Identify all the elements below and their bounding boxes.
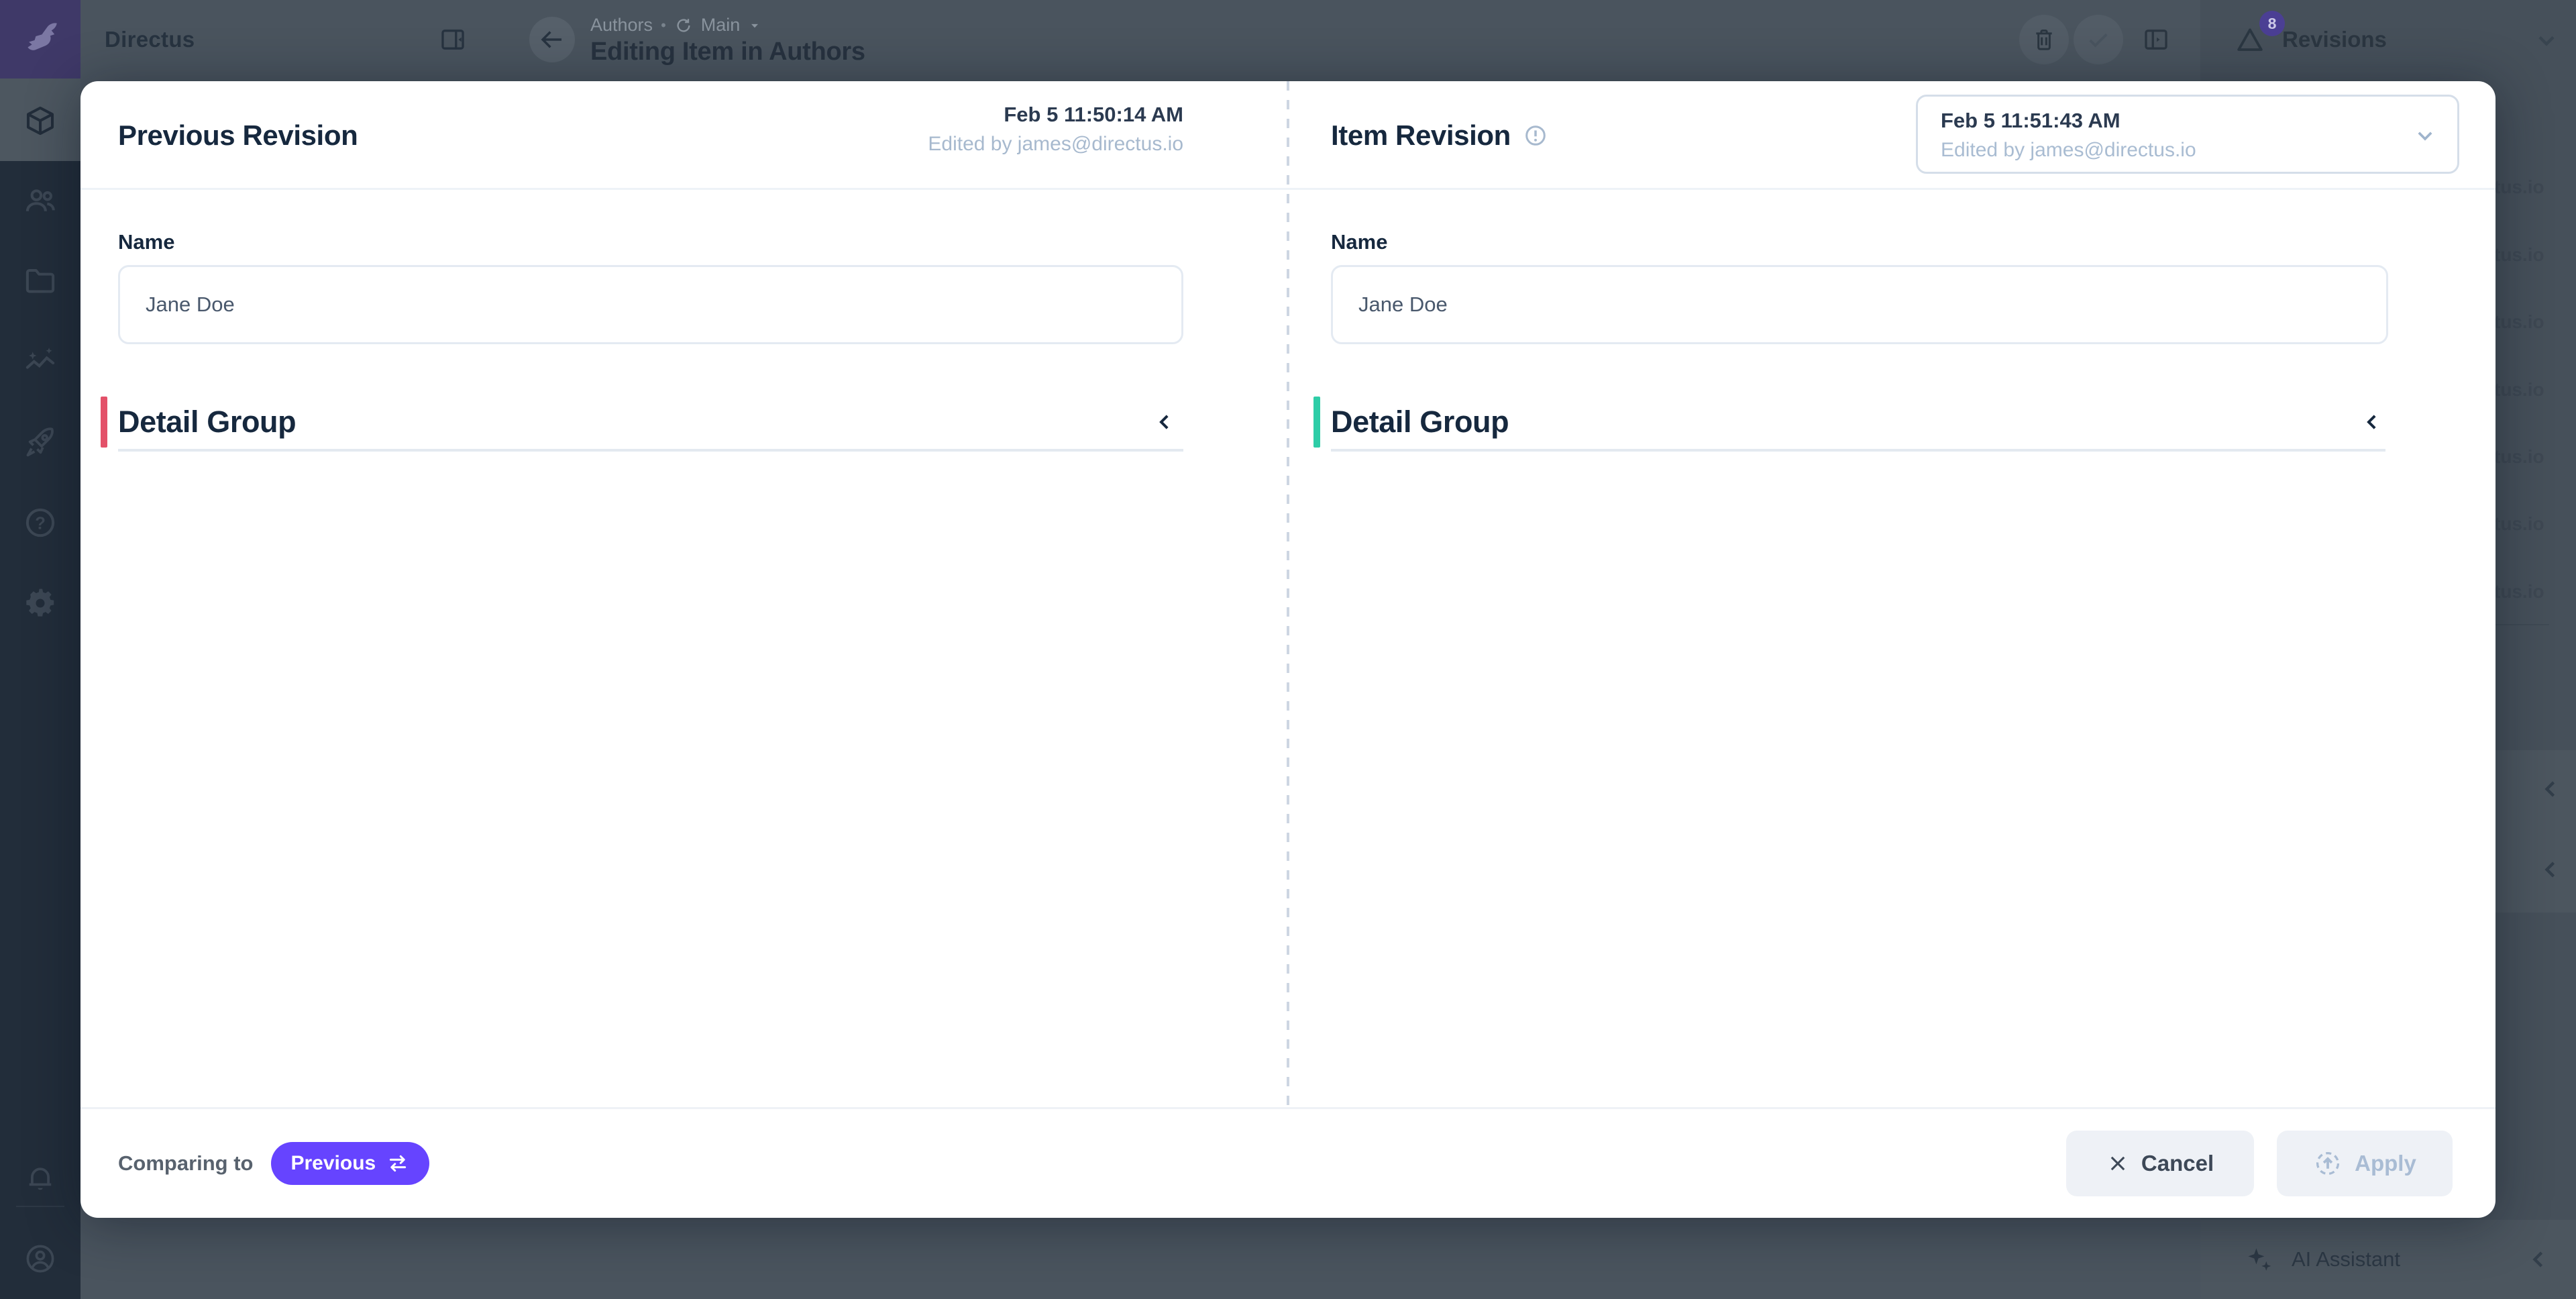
- module-guides[interactable]: [0, 402, 80, 482]
- check-icon: [2084, 25, 2112, 54]
- revision-list-item[interactable]: tus.io: [2494, 581, 2576, 603]
- version-icon: [674, 16, 693, 35]
- sidebar-divider: [16, 1206, 64, 1207]
- module-help[interactable]: ?: [0, 482, 80, 563]
- revision-list-item[interactable]: tus.io: [2494, 176, 2576, 198]
- rabbit-logo-icon: [18, 17, 62, 62]
- previous-revision-meta: Feb 5 11:50:14 AM Edited by james@direct…: [928, 100, 1183, 159]
- trash-icon: [2031, 26, 2057, 53]
- name-field-label: Name: [118, 230, 174, 254]
- previous-revision-title: Previous Revision: [118, 81, 358, 190]
- project-name: Directus: [105, 0, 195, 79]
- bell-icon: [23, 1161, 57, 1195]
- info-icon: [1523, 123, 1548, 148]
- breadcrumb-separator: •: [661, 17, 666, 34]
- chevron-left-icon[interactable]: [1151, 409, 1178, 435]
- previous-revision-timestamp: Feb 5 11:50:14 AM: [928, 100, 1183, 129]
- item-revision-title: Item Revision: [1331, 81, 1548, 190]
- breadcrumb-version[interactable]: Main: [701, 15, 741, 36]
- sparkle-icon: [2245, 1245, 2274, 1274]
- users-icon: [22, 183, 58, 219]
- revision-list-item[interactable]: tus.io: [2494, 244, 2576, 266]
- directus-logo[interactable]: [0, 0, 80, 79]
- module-files[interactable]: [0, 241, 80, 321]
- sidebar-collapse-icon: [438, 25, 468, 54]
- swap-icon: [386, 1152, 409, 1175]
- module-insights[interactable]: [0, 321, 80, 402]
- save-item-button[interactable]: [2074, 15, 2123, 64]
- module-content[interactable]: [0, 81, 80, 161]
- cancel-button[interactable]: Cancel: [2066, 1131, 2254, 1196]
- arrow-back-icon: [538, 25, 566, 54]
- chevron-left-icon[interactable]: [2536, 855, 2565, 884]
- revision-select-dropdown[interactable]: Feb 5 11:51:43 AM Edited by james@direct…: [1916, 95, 2459, 174]
- back-button[interactable]: [529, 17, 575, 62]
- group-divider: [118, 449, 1183, 452]
- module-users[interactable]: [0, 160, 80, 241]
- deleted-group-accent: [101, 397, 107, 448]
- page-title: Editing Item in Authors: [590, 38, 865, 66]
- collapse-nav-button[interactable]: [438, 25, 468, 54]
- name-input[interactable]: Jane Doe: [1331, 265, 2388, 344]
- insights-icon: [22, 344, 58, 380]
- detail-group-heading: Detail Group: [118, 398, 296, 446]
- name-field-label: Name: [1331, 230, 1387, 254]
- open-right-drawer-button[interactable]: [2141, 25, 2171, 54]
- help-icon: ?: [22, 505, 58, 541]
- chevron-down-icon[interactable]: [2532, 25, 2561, 55]
- revision-list-item[interactable]: tus.io: [2494, 446, 2576, 468]
- chevron-left-icon[interactable]: [2524, 1245, 2553, 1274]
- apply-button[interactable]: Apply: [2277, 1131, 2453, 1196]
- selected-revision-editor: Edited by james@directus.io: [1941, 136, 2196, 165]
- selected-revision-timestamp: Feb 5 11:51:43 AM: [1941, 106, 2121, 136]
- caret-down-icon: [748, 19, 761, 32]
- revision-compare-modal: Previous Revision Feb 5 11:50:14 AM Edit…: [80, 81, 2496, 1218]
- apply-revision-icon: [2313, 1149, 2343, 1178]
- close-icon: [2106, 1152, 2129, 1175]
- chevron-left-icon[interactable]: [2536, 774, 2565, 804]
- added-group-accent: [1313, 397, 1320, 448]
- revision-list-item[interactable]: tus.io: [2494, 379, 2576, 401]
- compare-target-pill[interactable]: Previous: [271, 1142, 430, 1185]
- rocket-icon: [22, 424, 58, 460]
- revision-list-item[interactable]: tus.io: [2494, 513, 2576, 535]
- chevron-left-icon[interactable]: [2359, 409, 2385, 435]
- detail-group-heading: Detail Group: [1331, 398, 1509, 446]
- ai-assistant-label: AI Assistant: [2292, 1247, 2400, 1271]
- module-settings[interactable]: [0, 563, 80, 643]
- module-sidebar: ?: [0, 0, 80, 1299]
- chevron-down-icon: [2412, 122, 2438, 149]
- delete-item-button[interactable]: [2019, 15, 2069, 64]
- name-input[interactable]: Jane Doe: [118, 265, 1183, 344]
- svg-text:?: ?: [35, 514, 46, 533]
- previous-revision-editor: Edited by james@directus.io: [928, 129, 1183, 159]
- breadcrumb[interactable]: Authors • Main: [590, 15, 761, 36]
- top-bar: Directus Authors • Main Editing Item in …: [80, 0, 2200, 79]
- folder-icon: [22, 263, 58, 299]
- panel-dashed-divider: [1287, 81, 1289, 1107]
- breadcrumb-collection[interactable]: Authors: [590, 15, 653, 36]
- revisions-drawer-title[interactable]: Revisions: [2282, 0, 2387, 79]
- box-icon: [22, 103, 58, 139]
- revisions-count-badge: 8: [2259, 11, 2285, 36]
- account-icon: [23, 1241, 58, 1276]
- sidebar-expand-icon: [2141, 25, 2171, 54]
- account-button[interactable]: [0, 1218, 80, 1299]
- gear-icon: [22, 585, 58, 621]
- ai-assistant-bar[interactable]: AI Assistant: [2200, 1220, 2576, 1299]
- revision-list-item[interactable]: tus.io: [2494, 311, 2576, 333]
- comparing-to-label: Comparing to: [118, 1151, 254, 1176]
- group-divider: [1331, 449, 2385, 452]
- modal-footer: Comparing to Previous Cancel Apply: [80, 1107, 2496, 1218]
